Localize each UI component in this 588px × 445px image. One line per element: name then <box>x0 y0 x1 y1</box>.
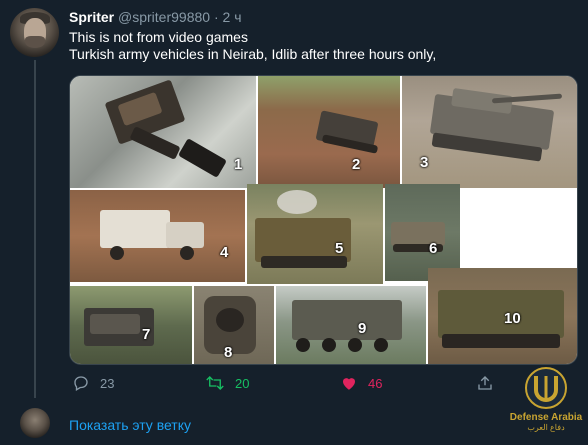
media-panel-8: 8 <box>194 286 274 364</box>
like-count: 46 <box>368 375 383 391</box>
thread-avatar[interactable] <box>20 408 50 438</box>
like-button[interactable]: 46 <box>340 374 382 392</box>
heart-icon <box>343 378 355 390</box>
author-handle[interactable]: @spriter99880 <box>118 9 210 25</box>
media-panel-1: 1 <box>70 76 256 188</box>
media-panel-4: 4 <box>70 190 245 282</box>
panel-number: 3 <box>420 154 429 171</box>
share-button[interactable] <box>476 374 494 392</box>
tweet-media[interactable]: 1 2 3 4 5 6 7 8 9 10 <box>69 75 578 365</box>
author-avatar[interactable] <box>10 8 59 57</box>
tweet-text-line: This is not from video games <box>69 29 248 45</box>
media-panel-3: 3 <box>402 76 577 188</box>
panel-number: 5 <box>335 240 344 257</box>
avatar-beard <box>25 36 45 48</box>
retweet-count: 20 <box>235 375 250 391</box>
tweet-text-line: Turkish army vehicles in Neirab, Idlib a… <box>69 46 437 62</box>
tweet-text: This is not from video games Turkish arm… <box>69 29 436 63</box>
media-panel-7: 7 <box>70 286 192 364</box>
reply-count: 23 <box>100 375 115 391</box>
thread-line <box>34 60 36 398</box>
tweet-timestamp[interactable]: 2 ч <box>223 9 242 25</box>
reply-button[interactable]: 23 <box>72 374 114 392</box>
defense-arabia-watermark: Defense Arabia دفاع العرب <box>508 366 584 436</box>
tweet-actions: 23 20 46 <box>0 374 588 394</box>
retweet-button[interactable]: 20 <box>205 374 249 392</box>
watermark-logo-icon <box>525 367 567 409</box>
panel-number: 7 <box>142 326 151 343</box>
panel-number: 9 <box>358 320 367 337</box>
share-icon <box>478 376 492 390</box>
panel-number: 2 <box>352 156 361 173</box>
retweet-icon <box>206 376 224 390</box>
header-separator: · <box>213 9 219 25</box>
panel-number: 1 <box>234 156 243 173</box>
media-panel-5: 5 <box>247 184 383 284</box>
panel-number: 6 <box>429 240 438 257</box>
watermark-subtext: دفاع العرب <box>527 423 565 432</box>
media-panel-6: 6 <box>385 184 460 281</box>
panel-number: 10 <box>504 310 521 327</box>
media-panel-2: 2 <box>258 76 400 188</box>
watermark-text: Defense Arabia <box>509 412 583 423</box>
author-name[interactable]: Spriter <box>69 9 114 25</box>
panel-number: 8 <box>224 344 233 361</box>
panel-number: 4 <box>220 244 229 261</box>
reply-icon <box>74 376 88 391</box>
show-thread-link[interactable]: Показать эту ветку <box>69 417 191 433</box>
tweet-header: Spriter @spriter99880 · 2 ч <box>69 9 242 25</box>
media-panel-10: 10 <box>428 268 577 364</box>
media-panel-9: 9 <box>276 286 426 364</box>
